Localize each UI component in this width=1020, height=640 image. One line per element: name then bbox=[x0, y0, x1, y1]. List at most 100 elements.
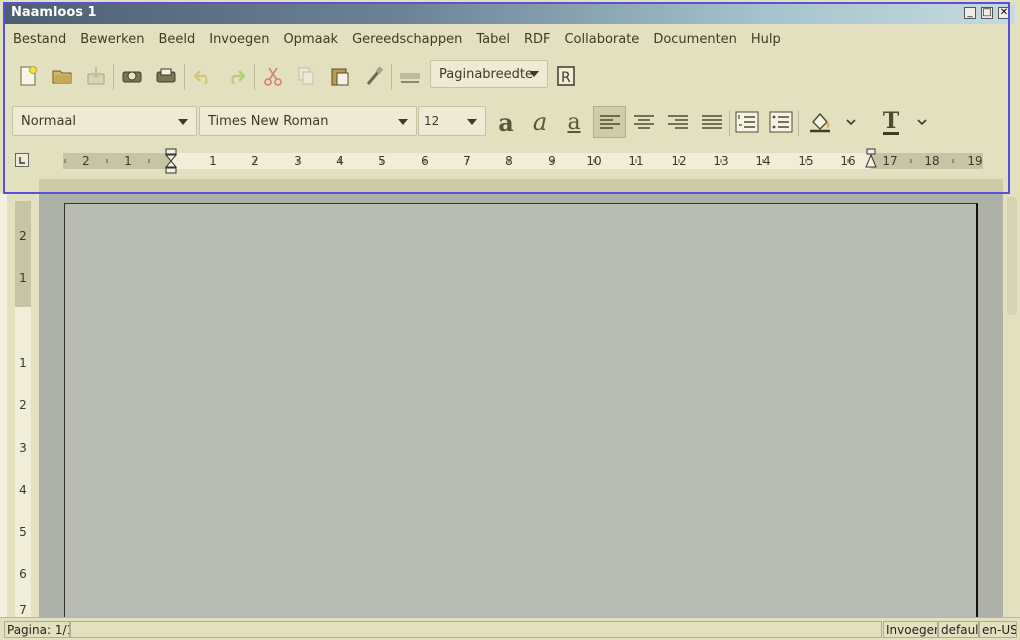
numbered-list-button[interactable] bbox=[733, 108, 761, 136]
menu-bar: Bestand Bewerken Beeld Invoegen Opmaak G… bbox=[13, 32, 781, 50]
copy-icon[interactable] bbox=[292, 62, 320, 90]
align-left-icon bbox=[599, 115, 620, 129]
toolbar-separator bbox=[184, 64, 185, 90]
toolbar-separator bbox=[113, 64, 114, 90]
vruler-label: 1 bbox=[19, 271, 27, 285]
highlight-color-dropdown[interactable] bbox=[842, 108, 860, 136]
document-workspace: 2 1 1 2 3 4 5 6 7 bbox=[7, 193, 1019, 633]
new-document-icon[interactable] bbox=[14, 62, 42, 90]
scrollbar-thumb[interactable] bbox=[1007, 197, 1017, 315]
vruler-label: 1 bbox=[19, 356, 27, 370]
cut-icon[interactable] bbox=[259, 62, 287, 90]
highlight-color-button[interactable] bbox=[806, 108, 834, 136]
underline-button[interactable]: a bbox=[560, 108, 588, 136]
ruler-label: 8 bbox=[505, 154, 513, 168]
vruler-label: 2 bbox=[19, 229, 27, 243]
menu-hulp[interactable]: Hulp bbox=[751, 32, 781, 50]
font-color-icon: T bbox=[882, 107, 900, 135]
font-name-value: Times New Roman bbox=[208, 113, 329, 129]
maximize-button[interactable]: □ bbox=[981, 7, 993, 19]
ruler-label: 5 bbox=[378, 154, 386, 168]
clone-formatting-icon[interactable] bbox=[360, 62, 388, 90]
vruler-label: 6 bbox=[19, 567, 27, 581]
chevron-down-icon bbox=[846, 119, 856, 126]
menu-rdf[interactable]: RDF bbox=[524, 32, 551, 50]
background-window-strip bbox=[0, 193, 7, 617]
toolbar-separator bbox=[729, 110, 730, 136]
menu-invoegen[interactable]: Invoegen bbox=[209, 32, 269, 50]
menu-bestand[interactable]: Bestand bbox=[13, 32, 66, 50]
zoom-dropdown[interactable]: Paginabreedte bbox=[430, 60, 548, 88]
close-button[interactable]: ✕ bbox=[998, 7, 1010, 19]
ruler-label: 18 bbox=[924, 154, 940, 168]
underline-icon: a bbox=[567, 109, 581, 135]
align-right-icon bbox=[668, 115, 688, 129]
vertical-ruler[interactable]: 2 1 1 2 3 4 5 6 7 bbox=[15, 201, 31, 617]
status-spacer bbox=[70, 621, 882, 638]
ruler-label: 12 bbox=[671, 154, 687, 168]
menu-gereedschappen[interactable]: Gereedschappen bbox=[352, 32, 462, 50]
vertical-ruler-top-margin bbox=[15, 201, 31, 307]
ruler-label: 11 bbox=[628, 154, 644, 168]
left-tab-icon bbox=[19, 157, 25, 164]
align-center-button[interactable] bbox=[630, 108, 658, 136]
left-indent-marker[interactable] bbox=[165, 148, 177, 174]
menu-collaborate[interactable]: Collaborate bbox=[564, 32, 639, 50]
title-bar[interactable]: Naamloos 1 _ □ ✕ bbox=[5, 4, 1015, 24]
bold-icon: a bbox=[498, 107, 514, 137]
print-icon[interactable] bbox=[152, 62, 180, 90]
ruler-area: 2 1 1 2 3 4 5 6 7 8 9 10 11 12 13 14 15 … bbox=[7, 148, 1005, 193]
minimize-button[interactable]: _ bbox=[964, 7, 976, 19]
bullet-list-button[interactable] bbox=[767, 108, 795, 136]
menu-bewerken[interactable]: Bewerken bbox=[80, 32, 144, 50]
horizontal-ruler[interactable]: 2 1 1 2 3 4 5 6 7 8 9 10 11 12 13 14 15 … bbox=[63, 153, 983, 169]
spellcheck-icon[interactable] bbox=[396, 62, 424, 90]
font-size-value: 12 bbox=[424, 114, 440, 128]
paste-icon[interactable] bbox=[326, 62, 354, 90]
page-style[interactable]: default bbox=[938, 621, 979, 638]
font-name-select[interactable]: Times New Roman bbox=[199, 106, 417, 136]
undo-icon[interactable] bbox=[189, 62, 217, 90]
justify-icon bbox=[702, 115, 722, 129]
menu-documenten[interactable]: Documenten bbox=[653, 32, 737, 50]
menu-tabel[interactable]: Tabel bbox=[476, 32, 510, 50]
tab-stop-selector[interactable] bbox=[15, 153, 29, 167]
svg-text:R: R bbox=[561, 70, 571, 86]
ruler-label: 17 bbox=[882, 154, 898, 168]
menu-opmaak[interactable]: Opmaak bbox=[283, 32, 338, 50]
ruler-label: 10 bbox=[586, 154, 602, 168]
font-color-button[interactable]: T bbox=[877, 108, 905, 136]
ruler-label: 2 bbox=[82, 154, 90, 168]
bold-button[interactable]: a bbox=[492, 107, 520, 137]
ruler-shadow-band bbox=[39, 179, 1003, 193]
paragraph-style-select[interactable]: Normaal bbox=[12, 106, 197, 136]
print-preview-icon[interactable] bbox=[118, 62, 146, 90]
insert-mode[interactable]: Invoegen bbox=[883, 621, 938, 638]
redo-icon[interactable] bbox=[222, 62, 250, 90]
chevron-down-icon bbox=[398, 119, 408, 125]
vruler-label: 4 bbox=[19, 483, 27, 497]
ruler-label: 14 bbox=[755, 154, 771, 168]
italic-button[interactable]: a bbox=[526, 108, 554, 136]
open-folder-icon[interactable] bbox=[48, 62, 76, 90]
align-right-button[interactable] bbox=[664, 108, 692, 136]
ruler-label: 2 bbox=[251, 154, 259, 168]
page-count[interactable]: Pagina: 1/1 bbox=[4, 621, 70, 638]
align-left-button[interactable] bbox=[593, 106, 626, 138]
document-page[interactable] bbox=[64, 203, 978, 633]
menu-beeld[interactable]: Beeld bbox=[158, 32, 195, 50]
save-icon[interactable] bbox=[82, 62, 110, 90]
zoom-value: Paginabreedte bbox=[439, 66, 533, 82]
status-bar: Pagina: 1/1 Invoegen default en-US bbox=[0, 617, 1020, 640]
font-color-dropdown[interactable] bbox=[913, 108, 931, 136]
right-indent-marker[interactable] bbox=[865, 148, 877, 168]
ruler-label: 16 bbox=[840, 154, 856, 168]
font-size-select[interactable]: 12 bbox=[418, 106, 486, 136]
reference-icon[interactable]: R bbox=[552, 62, 580, 90]
ruler-label: 4 bbox=[336, 154, 344, 168]
vruler-label: 7 bbox=[19, 603, 27, 617]
vertical-scrollbar[interactable] bbox=[1005, 193, 1019, 617]
justify-button[interactable] bbox=[698, 108, 726, 136]
ruler-label: 6 bbox=[421, 154, 429, 168]
language[interactable]: en-US bbox=[979, 621, 1017, 638]
